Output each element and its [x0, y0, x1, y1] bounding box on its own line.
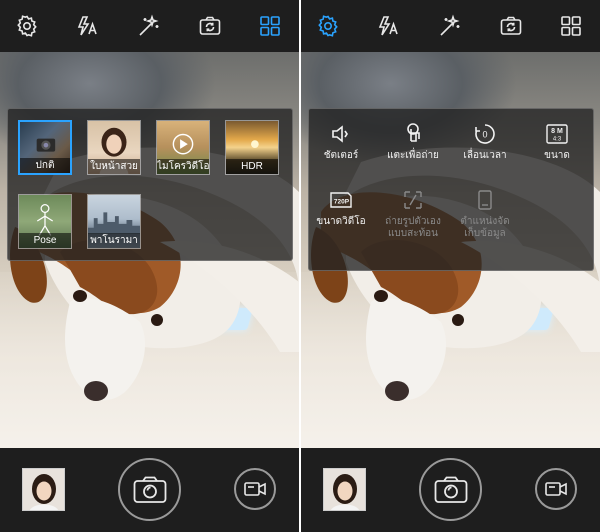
mode-label: Pose [19, 233, 71, 248]
shooting-mode-panel: ปกติ ใบหน้าสวย ไมโครวิดีโอ HDR Pose พาโน… [7, 108, 293, 261]
settings-gear-icon[interactable] [312, 10, 344, 42]
storage-location-icon [472, 187, 498, 213]
modes-grid-icon[interactable] [254, 10, 286, 42]
bottom-controls [0, 448, 299, 532]
svg-text:4:3: 4:3 [553, 137, 562, 143]
bottom-controls [301, 448, 600, 532]
video-record-icon[interactable] [535, 468, 577, 510]
setting-video-size[interactable]: 720P ขนาดวิดีโอ [309, 187, 373, 228]
settings-gear-icon[interactable] [11, 10, 43, 42]
setting-shutter-sound[interactable]: ชัตเตอร์ [309, 121, 373, 162]
video-size-icon: 720P [328, 187, 354, 213]
camera-screen-modes: ปกติ ใบหน้าสวย ไมโครวิดีโอ HDR Pose พาโน… [0, 0, 299, 532]
top-toolbar [0, 0, 299, 52]
setting-image-size[interactable]: 8 M 4:3 ขนาด [525, 121, 589, 162]
camera-shutter-icon[interactable] [118, 458, 181, 521]
mode-hdr[interactable]: HDR [225, 120, 279, 175]
tap-to-shoot-icon [400, 121, 426, 147]
camera-viewfinder[interactable]: ปกติ ใบหน้าสวย ไมโครวิดีโอ HDR Pose พาโน… [0, 52, 299, 448]
video-record-icon[interactable] [234, 468, 276, 510]
magic-wand-icon[interactable] [434, 10, 466, 42]
mode-label: HDR [226, 159, 278, 174]
switch-camera-icon[interactable] [194, 10, 226, 42]
svg-text:0: 0 [482, 130, 487, 140]
setting-mirror-selfie[interactable]: ถ่ายรูปตัวเอง แบบสะท้อน [381, 187, 445, 240]
mode-micro-video[interactable]: ไมโครวิดีโอ [156, 120, 210, 175]
flash-auto-icon[interactable] [373, 10, 405, 42]
flash-auto-icon[interactable] [72, 10, 104, 42]
shutter-sound-icon [328, 121, 354, 147]
mode-label: ใบหน้าสวย [88, 159, 140, 174]
mode-beauty[interactable]: ใบหน้าสวย [87, 120, 141, 175]
gallery-thumbnail[interactable] [22, 468, 65, 511]
camera-settings-panel: ชัตเตอร์ แตะเพื่อถ่าย 0 เลื่อนเวลา 8 M 4:… [308, 108, 594, 271]
setting-storage-location[interactable]: ตำแหน่งจัด เก็บข้อมูล [453, 187, 517, 240]
camera-shutter-icon[interactable] [419, 458, 482, 521]
mode-normal[interactable]: ปกติ [18, 120, 72, 175]
top-toolbar [301, 0, 600, 52]
camera-screen-settings: ชัตเตอร์ แตะเพื่อถ่าย 0 เลื่อนเวลา 8 M 4:… [301, 0, 600, 532]
mode-panorama[interactable]: พาโนรามา [87, 194, 141, 249]
camera-viewfinder[interactable]: ชัตเตอร์ แตะเพื่อถ่าย 0 เลื่อนเวลา 8 M 4:… [301, 52, 600, 448]
modes-grid-icon[interactable] [555, 10, 587, 42]
timer-icon: 0 [472, 121, 498, 147]
setting-tap-to-shoot[interactable]: แตะเพื่อถ่าย [381, 121, 445, 162]
svg-text:720P: 720P [334, 199, 350, 206]
magic-wand-icon[interactable] [133, 10, 165, 42]
svg-text:8 M: 8 M [551, 128, 563, 135]
setting-timer[interactable]: 0 เลื่อนเวลา [453, 121, 517, 162]
mirror-selfie-icon [400, 187, 426, 213]
mode-label: ปกติ [20, 158, 70, 173]
image-size-icon: 8 M 4:3 [544, 121, 570, 147]
switch-camera-icon[interactable] [495, 10, 527, 42]
mode-label: ไมโครวิดีโอ [157, 159, 209, 174]
mode-label: พาโนรามา [88, 233, 140, 248]
mode-pose[interactable]: Pose [18, 194, 72, 249]
gallery-thumbnail[interactable] [323, 468, 366, 511]
